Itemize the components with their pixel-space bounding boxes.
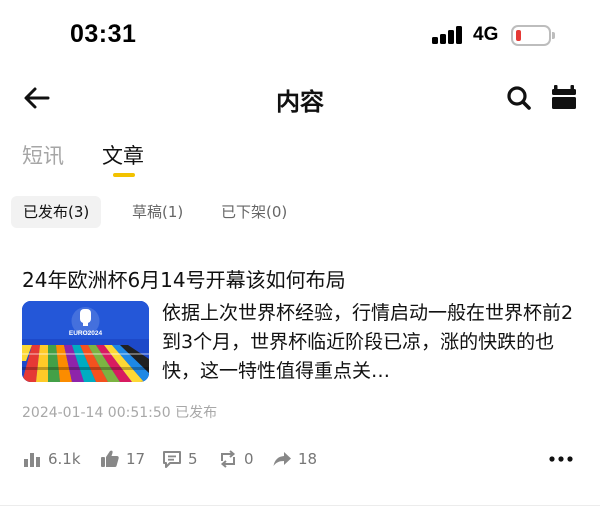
views-stat: 6.1k (22, 446, 81, 472)
calendar-icon (552, 85, 576, 109)
thumbs-up-icon (101, 450, 119, 467)
bar-chart-icon (24, 453, 40, 467)
signal-icon (432, 26, 464, 44)
battery-icon (511, 25, 555, 46)
divider (0, 505, 600, 506)
tab-news[interactable]: 短讯 (22, 140, 64, 170)
active-tab-indicator (113, 173, 135, 177)
arrow-left-icon (24, 87, 50, 109)
filter-published[interactable]: 已发布(3) (11, 196, 102, 228)
article-excerpt: 依据上次世界杯经验，行情启动一般在世界杯前2到3个月，世界杯临近阶段已凉，涨的快… (162, 302, 574, 382)
filter-unpublished[interactable]: 已下架(0) (209, 196, 299, 228)
status-bar: 03:31 4G (0, 0, 600, 72)
comments-count: 5 (188, 450, 198, 468)
filter-drafts[interactable]: 草稿(1) (120, 196, 195, 228)
reposts-count: 0 (244, 450, 254, 468)
tab-articles[interactable]: 文章 (102, 140, 144, 170)
article-thumbnail[interactable]: EURO2024 (22, 301, 149, 382)
euro2024-logo-image: EURO2024 (22, 301, 149, 382)
search-button[interactable] (505, 84, 533, 112)
shares-stat[interactable]: 18 (272, 446, 317, 472)
share-arrow-icon (273, 452, 291, 466)
article-meta: 2024-01-14 00:51:50 已发布 (22, 405, 218, 421)
comment-icon (163, 451, 181, 468)
search-icon (507, 86, 531, 110)
back-button[interactable] (22, 84, 52, 112)
more-dots-icon (549, 456, 573, 462)
thumbnail-text: EURO2024 (69, 330, 103, 337)
views-count: 6.1k (48, 450, 81, 468)
network-type: 4G (473, 24, 499, 45)
article-title[interactable]: 24年欧洲杯6月14号开幕该如何布局 (22, 264, 346, 293)
repost-icon (220, 450, 236, 468)
shares-count: 18 (298, 450, 318, 468)
header: 内容 (0, 72, 600, 124)
more-options-button[interactable] (549, 450, 573, 468)
status-time: 03:31 (70, 20, 137, 48)
calendar-button[interactable] (550, 85, 578, 111)
likes-stat[interactable]: 17 (100, 446, 145, 472)
comments-stat[interactable]: 5 (162, 446, 198, 472)
reposts-stat[interactable]: 0 (218, 446, 254, 472)
likes-count: 17 (126, 450, 146, 468)
battery-level (516, 30, 521, 41)
